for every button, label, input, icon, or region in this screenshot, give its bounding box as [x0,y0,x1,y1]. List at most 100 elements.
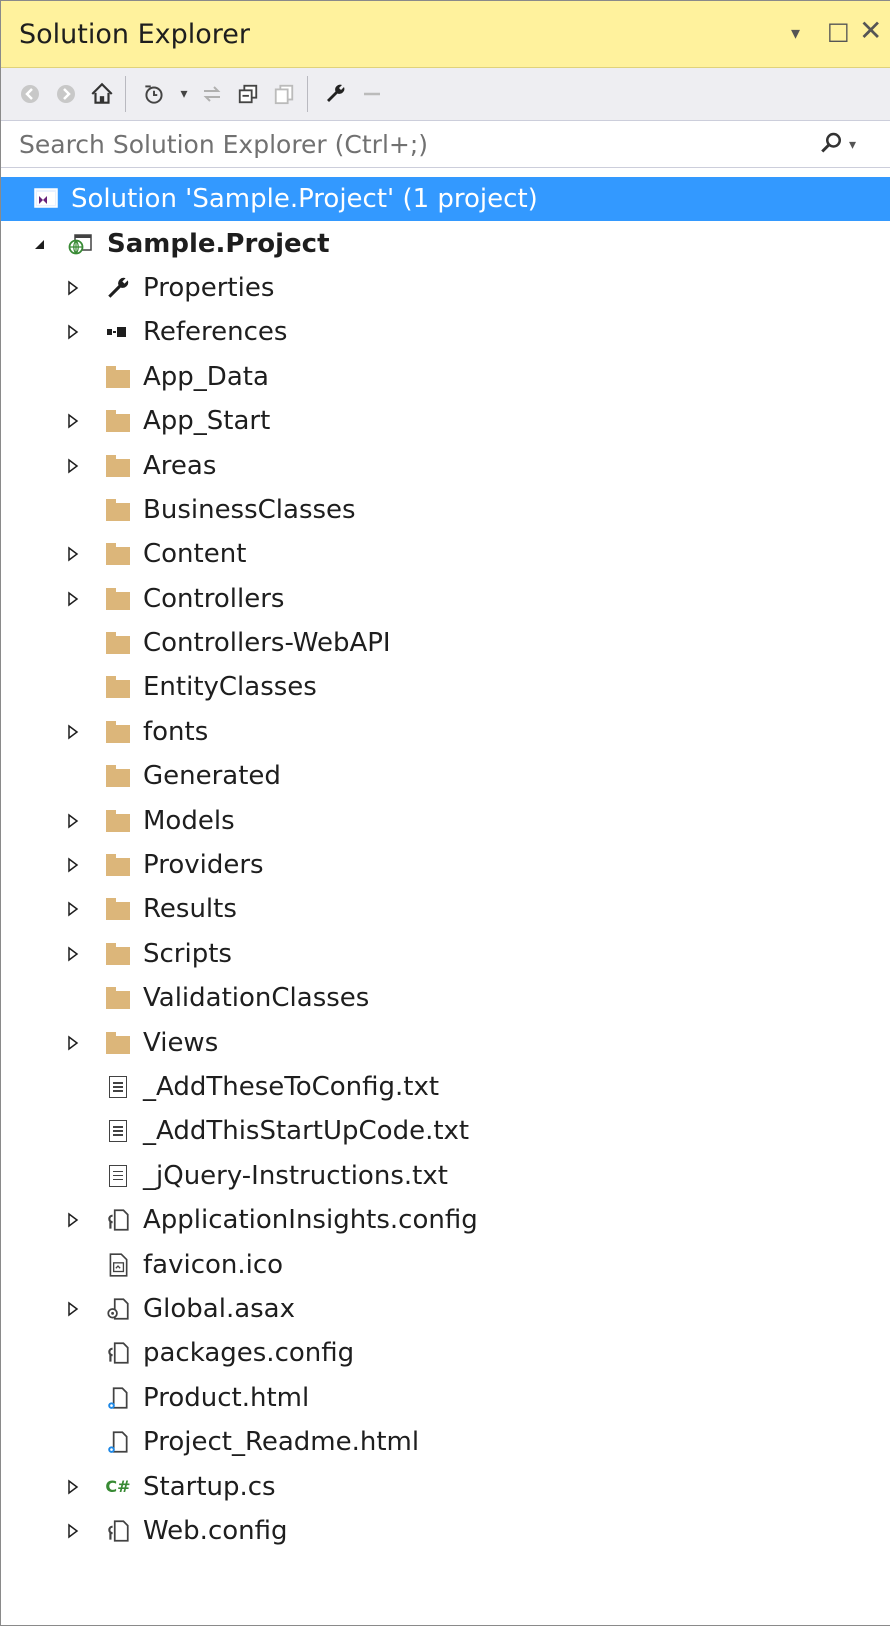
tree-item-label: Content [143,539,247,570]
text-file-icon [105,1074,131,1100]
asax-file-icon [105,1296,131,1322]
project-label: Sample.Project [107,228,330,259]
collapsed-arrow-icon[interactable] [65,813,81,829]
show-all-files-icon[interactable] [269,79,299,109]
tree-item-providers[interactable]: Providers [1,843,890,887]
tree-item-label: References [143,317,288,348]
tree-item-web-config[interactable]: Web.config [1,1509,890,1553]
tree-item-label: Results [143,894,237,925]
tree-item-label: Web.config [143,1515,288,1546]
tree-item-label: Project_Readme.html [143,1427,420,1458]
folder-icon [105,630,131,656]
tree-item-properties[interactable]: Properties [1,266,890,310]
tree-item-scripts[interactable]: Scripts [1,932,890,976]
solution-label: Solution 'Sample.Project' (1 project) [71,184,538,215]
forward-icon[interactable] [51,79,81,109]
title-bar[interactable]: Solution Explorer ▾ □ ✕ [1,1,890,68]
collapsed-arrow-icon[interactable] [65,1479,81,1495]
tree-item-addthisstartupcode-txt[interactable]: _AddThisStartUpCode.txt [1,1109,890,1153]
expanded-arrow-icon[interactable] [31,236,47,252]
tree-item-project[interactable]: Sample.Project [1,221,890,265]
close-icon[interactable]: ✕ [859,14,882,47]
tree-item-controllers-webapi[interactable]: Controllers-WebAPI [1,621,890,665]
folder-icon [105,941,131,967]
collapse-all-icon[interactable] [233,79,263,109]
folder-icon [105,541,131,567]
tree-item-project-readme-html[interactable]: Project_Readme.html [1,1420,890,1464]
collapsed-arrow-icon[interactable] [65,946,81,962]
collapsed-arrow-icon[interactable] [65,1035,81,1051]
solution-tree: Solution 'Sample.Project' (1 project) Sa… [1,177,890,1553]
search-bar: ▾ [1,121,890,168]
collapsed-arrow-icon[interactable] [65,591,81,607]
window-title: Solution Explorer [19,19,250,50]
tree-item-solution[interactable]: Solution 'Sample.Project' (1 project) [1,177,890,222]
tree-item-jquery-instructions-txt[interactable]: _jQuery-Instructions.txt [1,1154,890,1198]
tree-item-models[interactable]: Models [1,798,890,842]
folder-icon [105,985,131,1011]
solution-icon [33,186,59,212]
tree-item-references[interactable]: References [1,310,890,354]
clock-dropdown-icon[interactable]: ▾ [169,79,199,109]
tree-item-controllers[interactable]: Controllers [1,577,890,621]
tree-item-label: ApplicationInsights.config [143,1205,478,1236]
tree-item-businessclasses[interactable]: BusinessClasses [1,488,890,532]
collapsed-arrow-icon[interactable] [65,1301,81,1317]
tree-item-label: App_Data [143,361,269,392]
folder-icon [105,497,131,523]
window-position-dropdown-icon[interactable]: ▾ [791,23,800,44]
collapsed-arrow-icon[interactable] [65,324,81,340]
tree-item-fonts[interactable]: fonts [1,710,890,754]
tree-item-global-asax[interactable]: Global.asax [1,1287,890,1331]
text-file-icon [105,1163,131,1189]
tree-item-label: _AddThisStartUpCode.txt [143,1116,470,1147]
search-input[interactable] [1,121,801,167]
tree-item-views[interactable]: Views [1,1020,890,1064]
tree-item-content[interactable]: Content [1,532,890,576]
tree-item-validationclasses[interactable]: ValidationClasses [1,976,890,1020]
dash-icon[interactable] [357,79,387,109]
collapsed-arrow-icon[interactable] [65,1523,81,1539]
wrench-icon[interactable] [321,79,351,109]
collapsed-arrow-icon[interactable] [65,724,81,740]
tree-item-startup-cs[interactable]: C# Startup.cs [1,1464,890,1508]
toolbar-separator [307,76,308,112]
wrench-icon [105,275,131,301]
tree-item-label: Views [143,1027,219,1058]
tree-item-label: _AddTheseToConfig.txt [143,1072,440,1102]
collapsed-arrow-icon[interactable] [65,1212,81,1228]
tree-item-favicon-ico[interactable]: favicon.ico [1,1242,890,1286]
collapsed-arrow-icon[interactable] [65,546,81,562]
html-file-icon [105,1429,131,1455]
folder-icon [105,808,131,834]
tree-item-product-html[interactable]: Product.html [1,1376,890,1420]
tree-item-label: App_Start [143,406,271,437]
config-file-icon [105,1340,131,1366]
home-icon[interactable] [87,79,117,109]
tree-item-app-start[interactable]: App_Start [1,399,890,443]
tree-item-applicationinsights-config[interactable]: ApplicationInsights.config [1,1198,890,1242]
tree-item-addthesetoconfig-txt[interactable]: _AddTheseToConfig.txt [1,1065,890,1109]
back-icon[interactable] [15,79,45,109]
collapsed-arrow-icon[interactable] [65,901,81,917]
clock-icon[interactable] [139,79,169,109]
tree-item-packages-config[interactable]: packages.config [1,1331,890,1375]
tree-item-areas[interactable]: Areas [1,443,890,487]
maximize-icon[interactable]: □ [827,17,850,45]
folder-icon [105,763,131,789]
search-options-dropdown-icon[interactable]: ▾ [849,137,856,153]
tree-item-app-data[interactable]: App_Data [1,355,890,399]
folder-icon [105,364,131,390]
sync-icon[interactable] [197,79,227,109]
collapsed-arrow-icon[interactable] [65,857,81,873]
tree-item-label: BusinessClasses [143,494,356,525]
project-items: Properties References App_Data App_Start Are… [1,266,890,1553]
tree-item-entityclasses[interactable]: EntityClasses [1,665,890,709]
search-icon[interactable] [816,129,846,159]
collapsed-arrow-icon[interactable] [65,458,81,474]
tree-item-label: Global.asax [143,1293,296,1324]
collapsed-arrow-icon[interactable] [65,280,81,296]
collapsed-arrow-icon[interactable] [65,413,81,429]
tree-item-results[interactable]: Results [1,887,890,931]
tree-item-generated[interactable]: Generated [1,754,890,798]
